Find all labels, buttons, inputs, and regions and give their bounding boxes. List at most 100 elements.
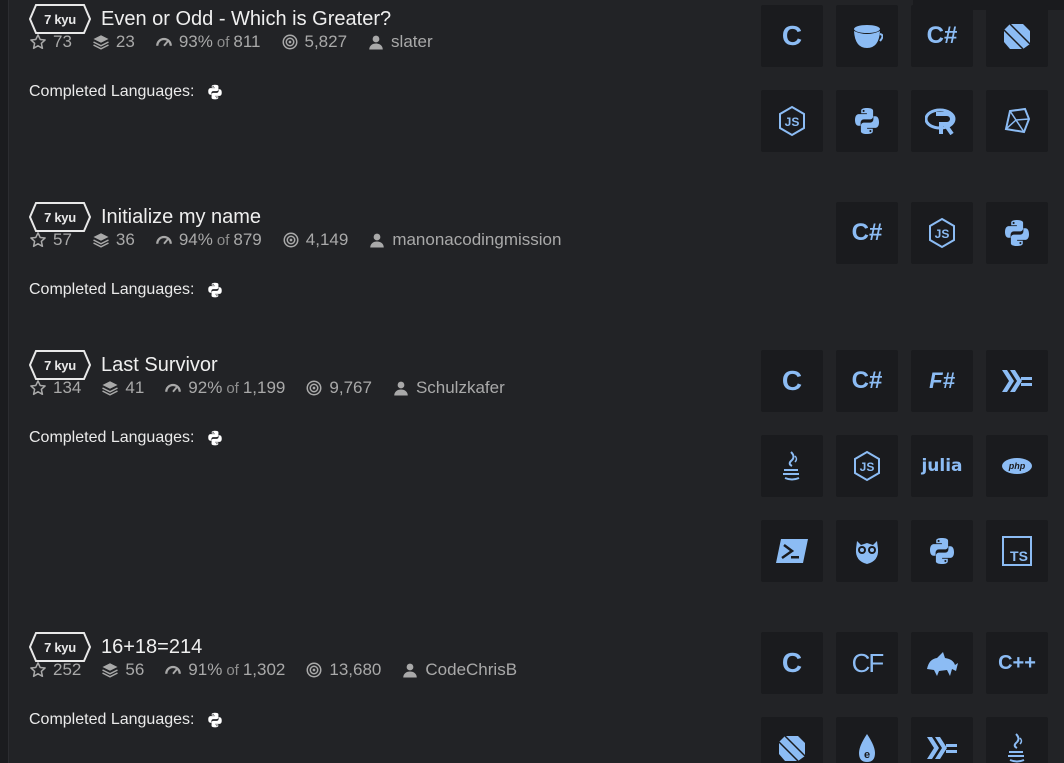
target-icon — [283, 232, 299, 248]
svg-text:TS: TS — [1010, 548, 1028, 564]
author-stat[interactable]: manonacodingmission — [368, 230, 561, 250]
language-tile-javascript[interactable]: JS — [911, 202, 973, 264]
haskell-icon — [1002, 370, 1032, 392]
completions-stat: 4,149 — [282, 230, 348, 250]
kata-title[interactable]: 16+18=214 — [101, 636, 202, 659]
julia-icon: julia — [921, 456, 963, 476]
c-icon: C — [781, 647, 803, 678]
cobol-icon — [927, 652, 958, 676]
completions-stat: 9,767 — [305, 378, 372, 398]
stars-stat[interactable]: 57 — [29, 230, 72, 250]
language-tile-c[interactable]: C++ — [986, 632, 1048, 694]
author-stat[interactable]: CodeChrisB — [401, 660, 517, 680]
language-tile-haskell[interactable] — [986, 350, 1048, 412]
satisfaction-stat: 94% of 879 — [155, 230, 262, 250]
author-stat[interactable]: Schulzkafer — [392, 378, 505, 398]
collections-stat[interactable]: 23 — [92, 32, 135, 52]
language-tile-python[interactable] — [911, 520, 973, 582]
powershell-icon — [776, 539, 808, 563]
user-icon — [370, 233, 385, 248]
target-icon — [282, 34, 297, 50]
of-label: of — [216, 33, 230, 51]
satisfaction-rate: 91% — [188, 660, 223, 679]
c--icon: C# — [926, 22, 958, 49]
java-icon — [783, 451, 800, 481]
language-tile-java[interactable] — [986, 717, 1048, 763]
votes-count: 1,302 — [242, 660, 286, 679]
author-name: manonacodingmission — [392, 230, 562, 249]
collections-stat[interactable]: 56 — [101, 660, 144, 680]
completed-languages: Completed Languages: — [29, 281, 224, 299]
svg-text:php: php — [1008, 461, 1026, 471]
language-tile-typescript[interactable]: TS — [986, 520, 1048, 582]
user-icon — [394, 381, 408, 396]
collections-stat[interactable]: 41 — [101, 378, 144, 398]
language-tile-java[interactable] — [761, 435, 823, 497]
language-tile-cfml[interactable]: CF — [836, 632, 898, 694]
python-icon[interactable] — [206, 281, 224, 299]
stars-stat[interactable]: 252 — [29, 660, 81, 680]
language-tile-dart[interactable] — [986, 5, 1048, 67]
collections-count: 23 — [115, 32, 135, 51]
gauge-icon — [155, 37, 172, 47]
python-icon[interactable] — [206, 83, 224, 101]
language-tile-python[interactable] — [986, 202, 1048, 264]
collections-stat[interactable]: 36 — [92, 230, 135, 250]
language-tile-powershell[interactable] — [761, 520, 823, 582]
language-tile-f[interactable]: F# — [911, 350, 973, 412]
language-tile-c[interactable]: C — [761, 632, 823, 694]
language-tile-c[interactable]: C# — [836, 350, 898, 412]
stars-count: 134 — [53, 378, 82, 397]
kata-title[interactable]: Initialize my name — [101, 206, 261, 229]
javascript-icon: JS — [929, 217, 955, 249]
author-stat[interactable]: slater — [367, 32, 433, 52]
votes-count: 879 — [233, 230, 262, 249]
kata-title[interactable]: Last Survivor — [101, 354, 218, 377]
python-icon — [930, 538, 954, 564]
python-icon[interactable] — [206, 429, 224, 447]
c-icon: C — [781, 365, 803, 396]
coffeescript-icon — [854, 25, 883, 48]
javascript-icon: JS — [854, 450, 880, 482]
kata-title[interactable]: Even or Odd - Which is Greater? — [101, 8, 391, 31]
completed-languages: Completed Languages: — [29, 711, 224, 729]
language-tile-coffeescript[interactable] — [836, 5, 898, 67]
language-tile-r[interactable] — [911, 90, 973, 152]
of-label: of — [226, 379, 239, 397]
completed-languages: Completed Languages: — [29, 83, 224, 101]
completed-languages-label: Completed Languages: — [29, 429, 195, 446]
language-tile-c[interactable]: C — [761, 5, 823, 67]
satisfaction-rate: 92% — [188, 378, 223, 397]
language-tile-php[interactable]: php — [986, 435, 1048, 497]
language-tile-ruby[interactable] — [986, 90, 1048, 152]
completed-languages-label: Completed Languages: — [29, 711, 195, 728]
language-tile-javascript[interactable]: JS — [836, 435, 898, 497]
c-icon: C — [781, 20, 803, 51]
language-tile-dart[interactable] — [761, 717, 823, 763]
satisfaction-rate: 94% — [178, 230, 213, 249]
language-tile-julia[interactable]: julia — [911, 435, 973, 497]
language-tile-c[interactable]: C — [761, 350, 823, 412]
language-tile-c[interactable]: C# — [911, 5, 973, 67]
layers-icon — [93, 35, 109, 50]
stars-stat[interactable]: 73 — [29, 32, 72, 52]
javascript-icon: JS — [779, 105, 805, 137]
python-icon[interactable] — [206, 711, 224, 729]
target-icon — [306, 662, 322, 678]
stars-count: 57 — [53, 230, 72, 249]
language-tile-python[interactable] — [836, 90, 898, 152]
language-tile-cobol[interactable] — [911, 632, 973, 694]
stars-count: 252 — [53, 660, 82, 679]
collections-count: 56 — [125, 660, 145, 679]
language-tile-haskell[interactable] — [911, 717, 973, 763]
language-tile-c[interactable]: C# — [836, 202, 898, 264]
star-icon — [30, 380, 46, 396]
language-tile-javascript[interactable]: JS — [761, 90, 823, 152]
language-tile-elixir[interactable]: e — [836, 717, 898, 763]
satisfaction-stat: 93% of 811 — [155, 32, 261, 52]
satisfaction-rate: 93% — [178, 32, 213, 51]
gauge-icon — [155, 235, 172, 245]
collections-count: 36 — [115, 230, 135, 249]
stars-stat[interactable]: 134 — [29, 378, 81, 398]
language-tile-lua[interactable] — [836, 520, 898, 582]
